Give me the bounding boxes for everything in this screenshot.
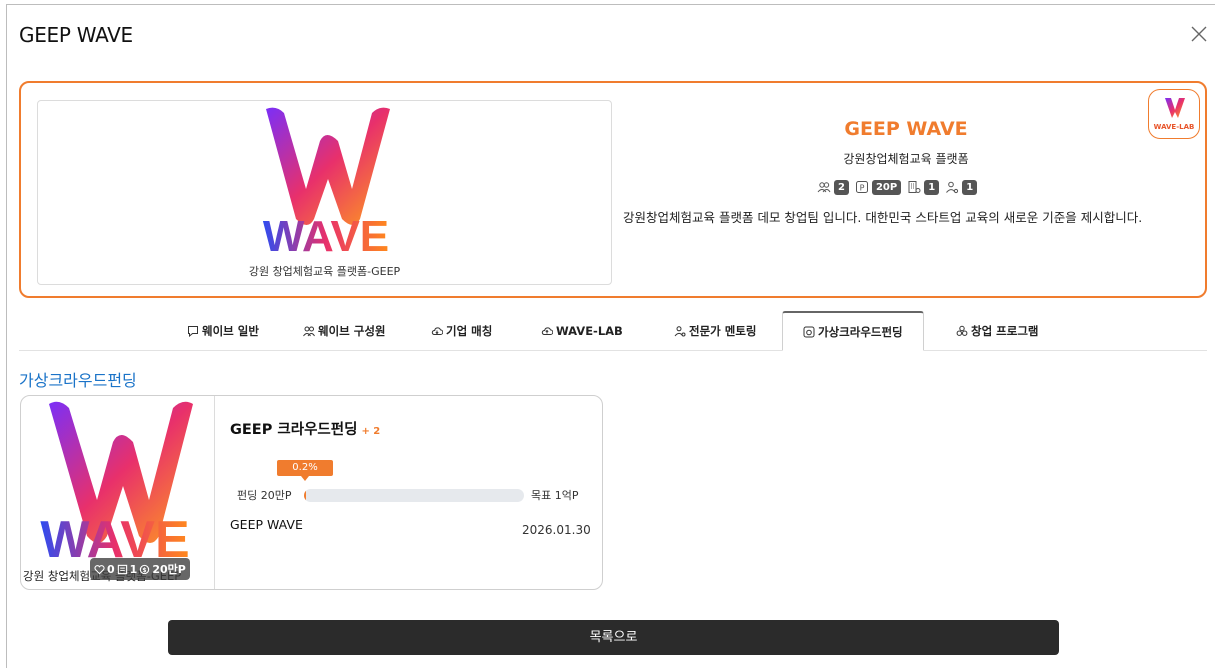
tab-virtual-crowdfunding[interactable]: 가상크라우드펀딩 <box>782 311 924 351</box>
mentor-icon <box>945 180 959 194</box>
team-summary-card: WAVE 강원 창업체험교육 플랫폼-GEEP WAVE-LAB GEEP WA… <box>19 81 1207 298</box>
tab-company-matching[interactable]: 기업 매칭 <box>431 311 492 351</box>
mentors-count: 1 <box>962 179 978 195</box>
tab-bar: 웨이브 일반 웨이브 구성원 기업 매칭 WAVE-LAB 전문가 멘토링 가상… <box>19 311 1207 351</box>
crowdfunding-card[interactable]: WAVE 강원 창업체험교육 플랫폼-GEEP 0 1 $ 20만P GEEP … <box>20 395 603 590</box>
coin-icon: $ <box>140 564 150 574</box>
heart-icon <box>94 564 105 574</box>
svg-text:P: P <box>860 184 865 193</box>
likes-count: 0 <box>107 562 115 576</box>
tab-label: WAVE-LAB <box>556 324 623 338</box>
back-to-list-button[interactable]: 목록으로 <box>168 620 1059 655</box>
chat-icon <box>188 326 198 337</box>
goal-amount: 목표 1억P <box>531 489 579 502</box>
crowdfunding-thumbnail: WAVE 강원 창업체험교육 플랫폼-GEEP 0 1 $ 20만P <box>21 396 215 589</box>
funding-title: GEEP 크라우드펀딩 + 2 <box>230 418 380 439</box>
tab-label: 기업 매칭 <box>446 324 493 338</box>
badge-label: WAVE-LAB <box>1153 123 1195 131</box>
team-name: GEEP WAVE <box>844 118 968 140</box>
funding-icon <box>803 326 815 337</box>
team-subtitle: 강원창업체험교육 플랫폼 <box>843 152 969 166</box>
wave-logo-image: WAVE <box>263 107 390 261</box>
comments-count: 1 <box>129 562 138 576</box>
modal-title: GEEP WAVE <box>19 23 133 47</box>
funding-date: 2026.01.30 <box>522 523 591 537</box>
members-icon <box>817 180 831 194</box>
program-icon <box>956 325 968 336</box>
points-count: 20만P <box>152 563 186 576</box>
progress-percent-tooltip: 0.2% <box>277 460 333 481</box>
funding-team-name: GEEP WAVE <box>230 517 303 532</box>
funding-progress-bar <box>304 489 524 502</box>
svg-text:$: $ <box>143 566 147 573</box>
points-count: 20P <box>871 179 902 195</box>
wave-lab-logo-icon <box>1165 98 1185 118</box>
cloud-icon <box>431 327 443 335</box>
close-icon[interactable] <box>1188 23 1210 45</box>
section-title: 가상크라우드펀딩 <box>19 371 137 390</box>
person-icon <box>674 326 686 337</box>
tab-label: 웨이브 구성원 <box>318 324 386 338</box>
funding-title-text: GEEP 크라우드펀딩 <box>230 422 358 438</box>
wave-lab-badge: WAVE-LAB <box>1148 89 1200 139</box>
members-icon <box>303 326 315 337</box>
raised-amount: 펀딩 20만P <box>237 489 292 502</box>
tab-general[interactable]: 웨이브 일반 <box>187 311 259 351</box>
tab-label: 창업 프로그램 <box>971 324 1039 338</box>
tab-startup-program[interactable]: 창업 프로그램 <box>956 311 1038 351</box>
team-logo: WAVE 강원 창업체험교육 플랫폼-GEEP <box>37 100 612 285</box>
tab-label: 웨이브 일반 <box>202 324 259 338</box>
logo-wordmark: WAVE <box>263 212 389 261</box>
funding-progress-fill <box>304 489 306 502</box>
thumb-stats: 0 1 $ 20만P <box>90 558 190 580</box>
logo-caption: 강원 창업체험교육 플랫폼-GEEP <box>248 265 401 278</box>
tab-label: 전문가 멘토링 <box>689 324 757 338</box>
tab-expert-mentoring[interactable]: 전문가 멘토링 <box>674 311 756 351</box>
team-description: 강원창업체험교육 플랫폼 데모 창업팀 입니다. 대한민국 스타트업 교육의 새… <box>623 210 1143 225</box>
team-stats: 2 P 20P 1 1 <box>817 178 980 196</box>
tab-members[interactable]: 웨이브 구성원 <box>303 311 385 351</box>
members-count: 2 <box>834 179 849 195</box>
cloud-icon <box>541 327 553 335</box>
companies-count: 1 <box>924 179 940 195</box>
point-icon: P <box>855 180 869 194</box>
tab-label: 가상크라우드펀딩 <box>818 324 903 339</box>
team-detail-modal: GEEP WAVE WAVE 강원 창업체험교육 플랫폼-GEEP WAVE-L… <box>6 4 1215 668</box>
funding-plus-badge: + 2 <box>361 426 381 437</box>
tab-wave-lab[interactable]: WAVE-LAB <box>541 311 623 351</box>
company-icon <box>907 180 921 194</box>
comment-icon <box>117 564 127 574</box>
